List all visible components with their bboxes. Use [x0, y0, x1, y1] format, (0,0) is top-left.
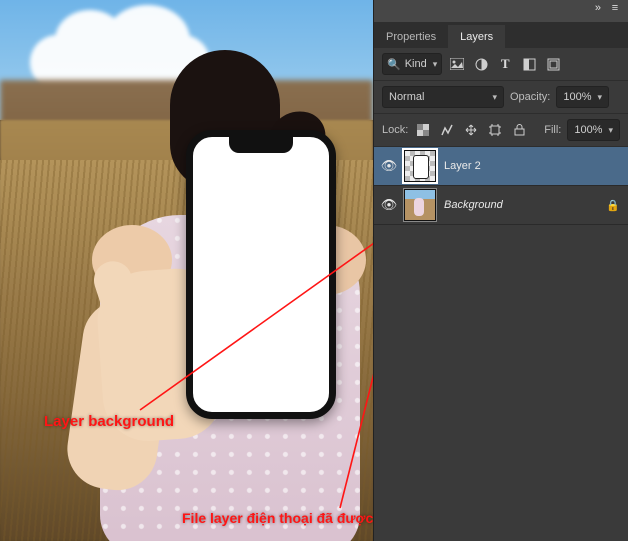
phone-frame: [186, 130, 336, 419]
chevron-down-icon: ▾: [608, 125, 613, 136]
filter-kind-dropdown[interactable]: 🔍 Kind ▾: [382, 53, 442, 75]
filter-smartobject-icon[interactable]: [544, 55, 562, 73]
tab-properties[interactable]: Properties: [374, 25, 448, 48]
layers-panel: » ≡ Properties Layers 🔍 Kind ▾ T: [373, 0, 628, 541]
visibility-toggle-icon[interactable]: 👁: [374, 197, 404, 213]
lock-all-icon[interactable]: [510, 121, 528, 139]
layer-list: 👁 Layer 2 👁 Background 🔒: [374, 147, 628, 541]
visibility-toggle-icon[interactable]: 👁: [374, 158, 404, 174]
lock-position-icon[interactable]: [462, 121, 480, 139]
person: [90, 40, 350, 540]
panel-menu-icon[interactable]: ≡: [608, 2, 622, 14]
app-root: Layer background File layer điện thoại đ…: [0, 0, 628, 541]
lock-image-icon[interactable]: [438, 121, 456, 139]
blend-mode-value: Normal: [389, 91, 424, 103]
layer-thumbnail[interactable]: [404, 150, 436, 182]
blend-mode-dropdown[interactable]: Normal ▾: [382, 86, 504, 108]
search-icon: 🔍: [387, 58, 401, 71]
opacity-dropdown[interactable]: 100% ▾: [556, 86, 609, 108]
filter-pixel-icon[interactable]: [448, 55, 466, 73]
fill-dropdown[interactable]: 100% ▾: [567, 119, 620, 141]
phone-notch: [229, 137, 293, 153]
fill-label: Fill:: [544, 124, 561, 136]
tab-layers[interactable]: Layers: [448, 25, 505, 48]
collapse-panel-icon[interactable]: »: [591, 2, 605, 14]
filter-type-icon[interactable]: T: [496, 55, 514, 73]
thumbnail-background: [405, 190, 435, 220]
chevron-down-icon: ▾: [433, 59, 438, 70]
lock-artboard-icon[interactable]: [486, 121, 504, 139]
layer-thumbnail[interactable]: [404, 189, 436, 221]
opacity-value: 100%: [563, 91, 591, 103]
layer-filter-row: 🔍 Kind ▾ T: [374, 48, 628, 81]
layer-row[interactable]: 👁 Layer 2: [374, 147, 628, 186]
document-canvas[interactable]: Layer background File layer điện thoại đ…: [0, 0, 373, 541]
layer-name[interactable]: Layer 2: [444, 160, 620, 172]
filter-adjustment-icon[interactable]: [472, 55, 490, 73]
thumbnail-phone: [413, 155, 429, 179]
layer-row[interactable]: 👁 Background 🔒: [374, 186, 628, 225]
fill-value: 100%: [574, 124, 602, 136]
panel-flyout-bar: » ≡: [374, 0, 628, 22]
lock-label: Lock:: [382, 124, 408, 136]
lock-transparency-icon[interactable]: [414, 121, 432, 139]
lock-row: Lock: Fill: 100% ▾: [374, 114, 628, 147]
layer-name[interactable]: Background: [444, 199, 606, 211]
opacity-label: Opacity:: [510, 91, 550, 103]
panel-tabs: Properties Layers: [374, 22, 628, 48]
chevron-down-icon: ▾: [492, 92, 497, 103]
filter-kind-label: Kind: [405, 58, 427, 70]
lock-indicator-icon[interactable]: 🔒: [606, 199, 620, 212]
chevron-down-icon: ▾: [598, 92, 603, 103]
blend-row: Normal ▾ Opacity: 100% ▾: [374, 81, 628, 114]
filter-shape-icon[interactable]: [520, 55, 538, 73]
